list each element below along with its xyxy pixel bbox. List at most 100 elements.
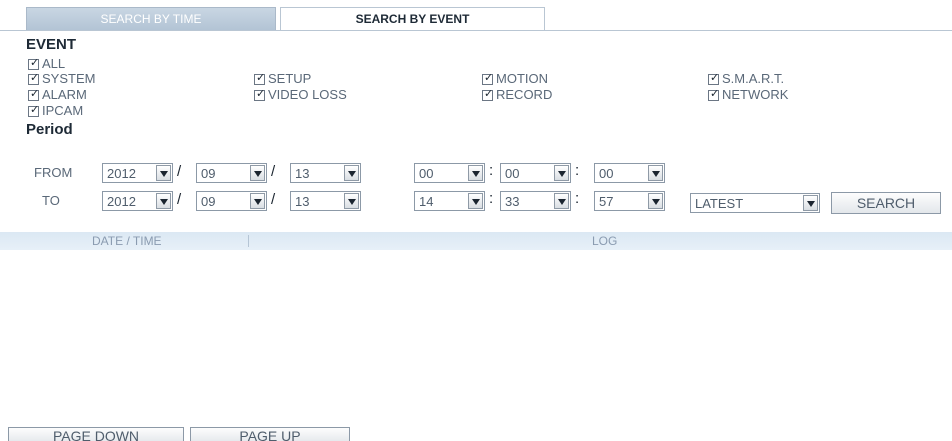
from-month-select[interactable]: 09 (196, 163, 267, 183)
order-select[interactable]: LATEST (690, 193, 820, 213)
to-hour-select[interactable]: 14 (414, 191, 485, 211)
from-minute-value: 00 (505, 166, 520, 181)
chevron-down-icon[interactable] (648, 193, 663, 209)
checkbox-video-loss[interactable]: ✓ VIDEO LOSS (254, 86, 347, 102)
checkbox-motion[interactable]: ✓ MOTION (482, 70, 548, 86)
chevron-down-icon[interactable] (250, 165, 265, 181)
checkbox-network[interactable]: ✓ NETWORK (708, 86, 789, 102)
chevron-down-icon[interactable] (250, 193, 265, 209)
checkbox-motion-box[interactable]: ✓ (482, 70, 494, 85)
checkbox-all-box[interactable]: ✓ (28, 55, 40, 70)
from-second-value: 00 (599, 166, 614, 181)
chevron-down-icon[interactable] (648, 165, 663, 181)
order-value: LATEST (695, 196, 744, 211)
check-icon: ✓ (30, 55, 40, 69)
checkbox-ipcam-box[interactable]: ✓ (28, 102, 40, 117)
chevron-down-icon[interactable] (344, 193, 359, 209)
column-divider (248, 235, 249, 247)
tab-search-by-time[interactable]: SEARCH BY TIME (26, 7, 276, 31)
chevron-down-icon[interactable] (156, 193, 171, 209)
to-month-value: 09 (201, 194, 216, 209)
tab-bar: SEARCH BY TIME SEARCH BY EVENT (0, 0, 952, 31)
check-icon: ✓ (256, 70, 266, 84)
period-section-title: Period (26, 121, 73, 138)
checkbox-setup-box[interactable]: ✓ (254, 70, 266, 85)
to-day-select[interactable]: 13 (290, 191, 361, 211)
chevron-down-icon[interactable] (554, 165, 569, 181)
check-icon: ✓ (484, 70, 494, 84)
to-second-select[interactable]: 57 (594, 191, 665, 211)
checkbox-system-label: SYSTEM (42, 71, 96, 86)
checkbox-smart[interactable]: ✓ S.M.A.R.T. (708, 70, 785, 86)
to-second-value: 57 (599, 194, 614, 209)
from-label: FROM (34, 165, 73, 180)
checkbox-ipcam[interactable]: ✓ IPCAM (28, 102, 84, 118)
checkbox-all[interactable]: ✓ ALL (28, 55, 66, 71)
date-separator: / (177, 191, 182, 208)
checkbox-smart-label: S.M.A.R.T. (722, 71, 785, 86)
to-hour-value: 14 (419, 194, 434, 209)
checkbox-network-box[interactable]: ✓ (708, 86, 720, 101)
check-icon: ✓ (484, 86, 494, 100)
column-log: LOG (592, 234, 618, 248)
chevron-down-icon[interactable] (344, 165, 359, 181)
checkbox-ipcam-label: IPCAM (42, 103, 84, 118)
from-hour-select[interactable]: 00 (414, 163, 485, 183)
page-up-button[interactable]: PAGE UP (190, 427, 350, 441)
checkbox-all-label: ALL (42, 56, 66, 71)
page-down-button[interactable]: PAGE DOWN (8, 427, 184, 441)
checkbox-setup-label: SETUP (268, 71, 312, 86)
tab-search-by-event[interactable]: SEARCH BY EVENT (280, 7, 545, 31)
to-day-value: 13 (295, 194, 310, 209)
chevron-down-icon[interactable] (468, 165, 483, 181)
chevron-down-icon[interactable] (156, 165, 171, 181)
checkbox-smart-box[interactable]: ✓ (708, 70, 720, 85)
from-minute-select[interactable]: 00 (500, 163, 571, 183)
to-year-select[interactable]: 2012 (102, 191, 173, 211)
checkbox-system[interactable]: ✓ SYSTEM (28, 70, 96, 86)
checkbox-setup[interactable]: ✓ SETUP (254, 70, 312, 86)
checkbox-alarm-box[interactable]: ✓ (28, 86, 40, 101)
search-button[interactable]: SEARCH (831, 192, 941, 214)
check-icon: ✓ (30, 70, 40, 84)
chevron-down-icon[interactable] (554, 193, 569, 209)
from-day-select[interactable]: 13 (290, 163, 361, 183)
time-separator: : (489, 162, 494, 179)
time-separator: : (575, 162, 580, 179)
check-icon: ✓ (30, 86, 40, 100)
from-hour-value: 00 (419, 166, 434, 181)
checkbox-system-box[interactable]: ✓ (28, 70, 40, 85)
time-separator: : (575, 190, 580, 207)
to-minute-value: 33 (505, 194, 520, 209)
date-separator: / (271, 163, 276, 180)
from-day-value: 13 (295, 166, 310, 181)
time-separator: : (489, 190, 494, 207)
chevron-down-icon[interactable] (468, 193, 483, 209)
date-separator: / (177, 163, 182, 180)
chevron-down-icon[interactable] (803, 195, 818, 211)
date-separator: / (271, 191, 276, 208)
tab-divider (0, 30, 952, 31)
checkbox-record-label: RECORD (496, 87, 553, 102)
check-icon: ✓ (710, 86, 720, 100)
checkbox-motion-label: MOTION (496, 71, 548, 86)
check-icon: ✓ (256, 86, 266, 100)
log-table-header: DATE / TIME LOG (0, 232, 952, 250)
check-icon: ✓ (710, 70, 720, 84)
to-minute-select[interactable]: 33 (500, 191, 571, 211)
from-year-select[interactable]: 2012 (102, 163, 173, 183)
to-year-value: 2012 (107, 194, 136, 209)
checkbox-network-label: NETWORK (722, 87, 789, 102)
from-month-value: 09 (201, 166, 216, 181)
checkbox-record-box[interactable]: ✓ (482, 86, 494, 101)
checkbox-alarm-label: ALARM (42, 87, 87, 102)
from-year-value: 2012 (107, 166, 136, 181)
event-section-title: EVENT (26, 36, 77, 53)
check-icon: ✓ (30, 102, 40, 116)
checkbox-alarm[interactable]: ✓ ALARM (28, 86, 87, 102)
to-month-select[interactable]: 09 (196, 191, 267, 211)
from-second-select[interactable]: 00 (594, 163, 665, 183)
checkbox-video-loss-box[interactable]: ✓ (254, 86, 266, 101)
checkbox-record[interactable]: ✓ RECORD (482, 86, 553, 102)
checkbox-video-loss-label: VIDEO LOSS (268, 87, 347, 102)
